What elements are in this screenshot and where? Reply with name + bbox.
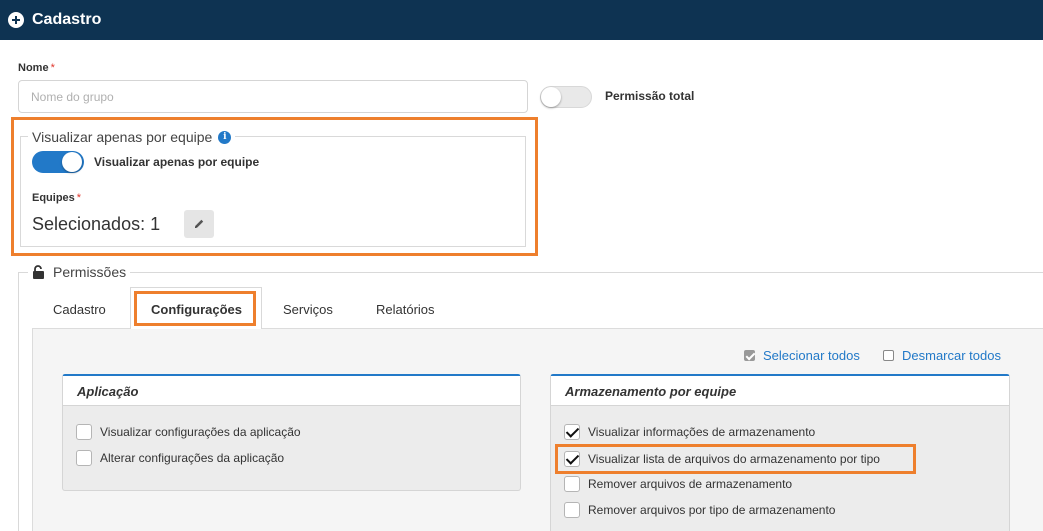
page-header: Cadastro <box>0 0 1043 40</box>
select-all-button[interactable]: Selecionar todos <box>744 348 860 363</box>
tab-servicos[interactable]: Serviços <box>283 302 333 317</box>
perm-view-app-settings[interactable]: Visualizar configurações da aplicação <box>76 424 301 440</box>
highlight-team-section <box>11 117 538 256</box>
full-permission-toggle[interactable] <box>540 86 592 108</box>
checkbox[interactable] <box>564 502 580 518</box>
perm-view-storage-info[interactable]: Visualizar informações de armazenamento <box>564 424 815 440</box>
page-title: Cadastro <box>32 11 102 28</box>
checkbox[interactable] <box>76 424 92 440</box>
tab-cadastro[interactable]: Cadastro <box>53 302 106 317</box>
panel-title: Aplicação <box>63 376 520 406</box>
plus-circle-icon <box>8 12 24 28</box>
permissions-legend: Permissões <box>28 264 131 280</box>
check-icon <box>744 350 755 361</box>
tab-relatorios[interactable]: Relatórios <box>376 302 435 317</box>
unlock-icon <box>33 265 44 279</box>
toggle-knob <box>541 87 561 107</box>
perm-remove-storage-files[interactable]: Remover arquivos de armazenamento <box>564 476 792 492</box>
checkbox[interactable] <box>564 476 580 492</box>
required-mark: * <box>50 62 55 74</box>
highlight-configuracoes-tab <box>134 291 256 326</box>
name-label: Nome * <box>18 62 55 74</box>
panel-title: Armazenamento por equipe <box>551 376 1009 406</box>
square-icon <box>883 350 894 361</box>
perm-edit-app-settings[interactable]: Alterar configurações da aplicação <box>76 450 284 466</box>
perm-remove-files-by-type[interactable]: Remover arquivos por tipo de armazenamen… <box>564 502 835 518</box>
name-input[interactable] <box>18 80 528 113</box>
checkbox-checked[interactable] <box>564 424 580 440</box>
deselect-all-button[interactable]: Desmarcar todos <box>883 348 1001 363</box>
highlight-storage-files-row <box>555 444 916 474</box>
checkbox[interactable] <box>76 450 92 466</box>
full-permission-label: Permissão total <box>605 89 695 103</box>
